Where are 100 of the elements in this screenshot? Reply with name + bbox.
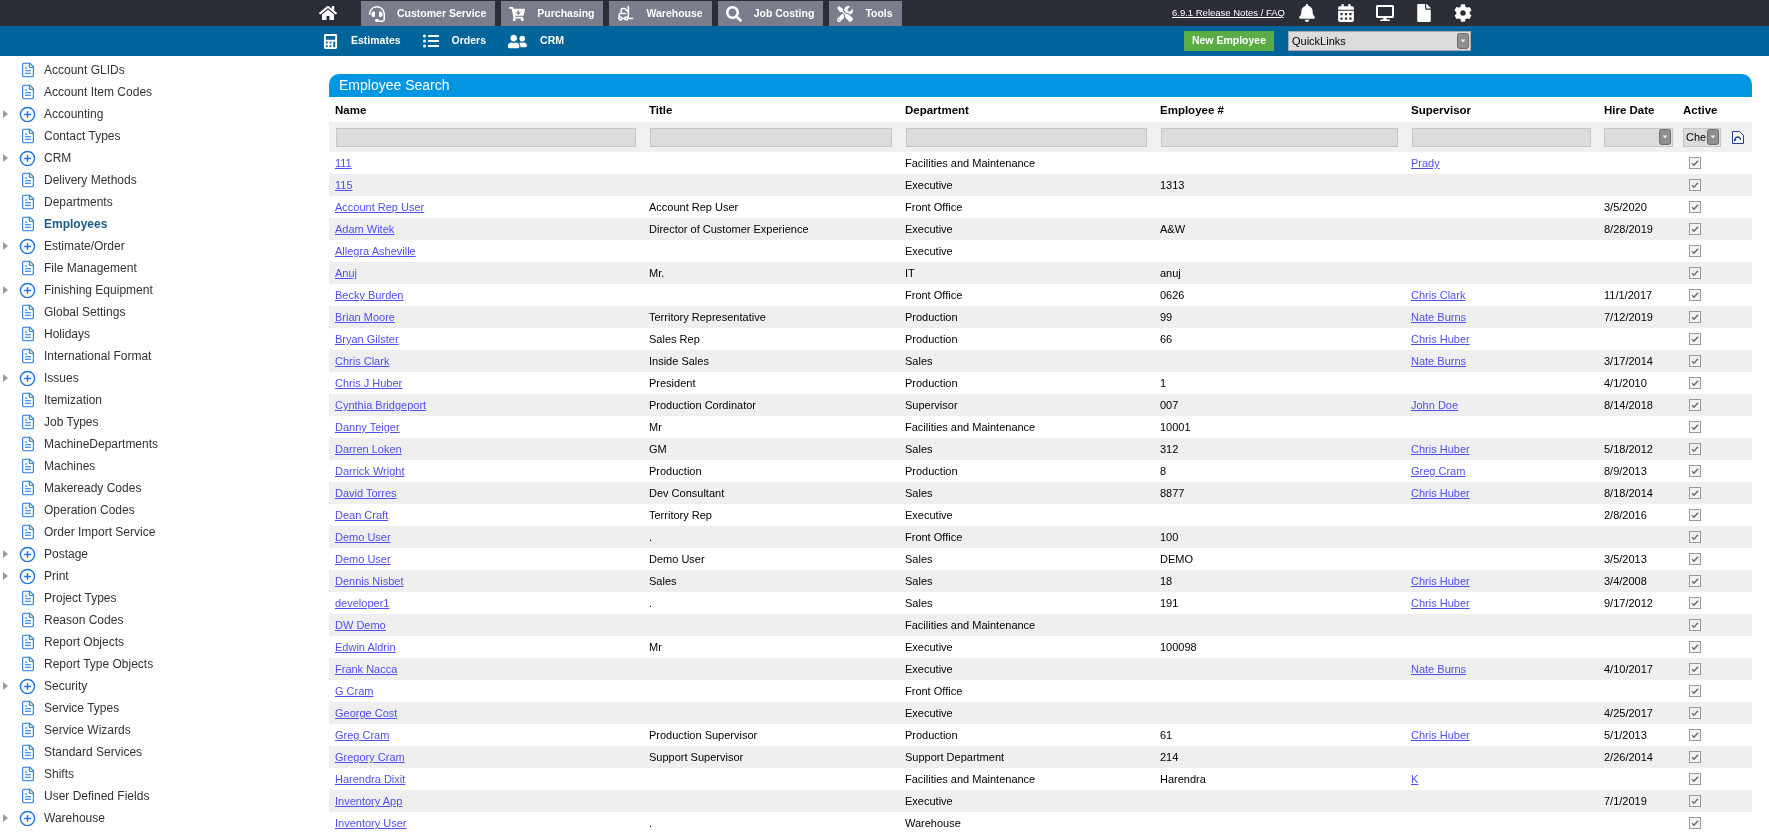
- document-icon[interactable]: [1415, 4, 1433, 22]
- sidebar-item[interactable]: Finishing Equipment: [0, 279, 329, 301]
- sidebar-item[interactable]: Standard Services: [0, 741, 329, 763]
- nav-link[interactable]: Estimates: [323, 33, 401, 49]
- employee-link[interactable]: Chris Clark: [335, 355, 390, 367]
- checkbox[interactable]: [1689, 597, 1701, 609]
- employee-link[interactable]: Bryan Gilster: [335, 333, 399, 345]
- sidebar-item[interactable]: Itemization: [0, 389, 329, 411]
- checkbox[interactable]: [1689, 487, 1701, 499]
- sidebar-item[interactable]: Global Settings: [0, 301, 329, 323]
- supervisor-link[interactable]: Prady: [1411, 157, 1440, 169]
- filter-field[interactable]: [1412, 127, 1591, 147]
- checkbox[interactable]: [1689, 333, 1701, 345]
- supervisor-link[interactable]: Nate Burns: [1411, 663, 1467, 675]
- settings-icon[interactable]: [1454, 4, 1472, 22]
- sidebar-item[interactable]: Account Item Codes: [0, 81, 329, 103]
- filter-field[interactable]: [336, 127, 636, 147]
- sidebar-item[interactable]: Holidays: [0, 323, 329, 345]
- checkbox[interactable]: [1689, 223, 1701, 235]
- sidebar-item[interactable]: Project Types: [0, 587, 329, 609]
- checkbox[interactable]: [1689, 245, 1701, 257]
- checkbox[interactable]: [1689, 751, 1701, 763]
- employee-link[interactable]: DW Demo: [335, 619, 386, 631]
- employee-link[interactable]: Inventory User: [335, 817, 407, 829]
- checkbox[interactable]: [1689, 399, 1701, 411]
- sidebar-item[interactable]: CRM: [0, 147, 329, 169]
- checkbox[interactable]: [1689, 465, 1701, 477]
- sidebar-item[interactable]: Print: [0, 565, 329, 587]
- employee-link[interactable]: Cynthia Bridgeport: [335, 399, 427, 411]
- nav-link[interactable]: Orders: [422, 33, 487, 49]
- checkbox[interactable]: [1689, 509, 1701, 521]
- supervisor-link[interactable]: Chris Huber: [1411, 575, 1470, 587]
- employee-link[interactable]: 115: [335, 179, 353, 191]
- supervisor-link[interactable]: K: [1411, 773, 1419, 785]
- caret-icon[interactable]: [3, 154, 8, 162]
- caret-icon[interactable]: [1707, 129, 1720, 145]
- employee-link[interactable]: 111: [335, 157, 352, 169]
- employee-link[interactable]: Becky Burden: [335, 289, 404, 301]
- sidebar-item[interactable]: Departments: [0, 191, 329, 213]
- employee-link[interactable]: Gregory Cram: [335, 751, 405, 763]
- checkbox[interactable]: [1689, 663, 1701, 675]
- monitor-icon[interactable]: [1376, 4, 1394, 22]
- sidebar-item[interactable]: Warehouse: [0, 807, 329, 829]
- employee-link[interactable]: Brian Moore: [335, 311, 395, 323]
- checkbox[interactable]: [1689, 575, 1701, 587]
- supervisor-link[interactable]: Chris Clark: [1411, 289, 1466, 301]
- checkbox[interactable]: [1689, 443, 1701, 455]
- caret-icon[interactable]: [3, 110, 8, 118]
- sidebar-item[interactable]: Order Import Service: [0, 521, 329, 543]
- checkbox[interactable]: [1689, 311, 1701, 323]
- checkbox[interactable]: [1689, 377, 1701, 389]
- nav-tab[interactable]: Job Costing: [717, 1, 824, 26]
- checkbox[interactable]: [1689, 619, 1701, 631]
- nav-tab[interactable]: Purchasing: [501, 1, 604, 26]
- sidebar-item[interactable]: Makeready Codes: [0, 477, 329, 499]
- supervisor-link[interactable]: Chris Huber: [1411, 597, 1470, 609]
- employee-link[interactable]: Edwin Aldrin: [335, 641, 396, 653]
- sidebar-item[interactable]: Shifts: [0, 763, 329, 785]
- calendar-icon[interactable]: [1337, 4, 1355, 22]
- checkbox[interactable]: [1689, 355, 1701, 367]
- sidebar-item[interactable]: User Defined Fields: [0, 785, 329, 807]
- checkbox[interactable]: [1689, 531, 1701, 543]
- employee-link[interactable]: G Cram: [335, 685, 374, 697]
- checkbox[interactable]: [1689, 707, 1701, 719]
- sidebar-item[interactable]: Security: [0, 675, 329, 697]
- caret-icon[interactable]: [3, 286, 8, 294]
- employee-link[interactable]: Frank Nacca: [335, 663, 398, 675]
- filter-select[interactable]: Che: [1683, 127, 1722, 147]
- employee-link[interactable]: Chris J Huber: [335, 377, 403, 389]
- nav-tab[interactable]: Tools: [829, 1, 902, 26]
- sidebar-item[interactable]: Contact Types: [0, 125, 329, 147]
- supervisor-link[interactable]: Greg Cram: [1411, 465, 1466, 477]
- employee-link[interactable]: Harendra Dixit: [335, 773, 406, 785]
- sidebar-item[interactable]: Service Types: [0, 697, 329, 719]
- caret-icon[interactable]: [1659, 129, 1671, 145]
- checkbox[interactable]: [1689, 773, 1701, 785]
- release-notes-link[interactable]: 6.9.1 Release Notes / FAQ: [1172, 5, 1285, 21]
- sidebar-item[interactable]: Reason Codes: [0, 609, 329, 631]
- nav-link[interactable]: CRM: [508, 31, 564, 51]
- home-icon[interactable]: [319, 4, 337, 22]
- checkbox[interactable]: [1689, 817, 1701, 829]
- supervisor-link[interactable]: Chris Huber: [1411, 487, 1470, 499]
- employee-link[interactable]: Anuj: [335, 267, 358, 279]
- sidebar-item[interactable]: Report Type Objects: [0, 653, 329, 675]
- employee-link[interactable]: Demo User: [335, 553, 391, 565]
- employee-link[interactable]: Account Rep User: [335, 201, 425, 213]
- checkbox[interactable]: [1689, 157, 1701, 169]
- caret-icon[interactable]: [3, 550, 8, 558]
- checkbox[interactable]: [1689, 267, 1701, 279]
- sidebar-item[interactable]: Postage: [0, 543, 329, 565]
- checkbox[interactable]: [1689, 685, 1701, 697]
- employee-link[interactable]: Greg Cram: [335, 729, 390, 741]
- filter-select[interactable]: [1604, 127, 1673, 147]
- sidebar-item[interactable]: Delivery Methods: [0, 169, 329, 191]
- checkbox[interactable]: [1689, 179, 1701, 191]
- sidebar-item[interactable]: Service Wizards: [0, 719, 329, 741]
- employee-link[interactable]: Dean Craft: [335, 509, 389, 521]
- nav-tab[interactable]: Customer Service: [361, 1, 496, 26]
- employee-link[interactable]: Adam Witek: [335, 223, 395, 235]
- supervisor-link[interactable]: Chris Huber: [1411, 333, 1470, 345]
